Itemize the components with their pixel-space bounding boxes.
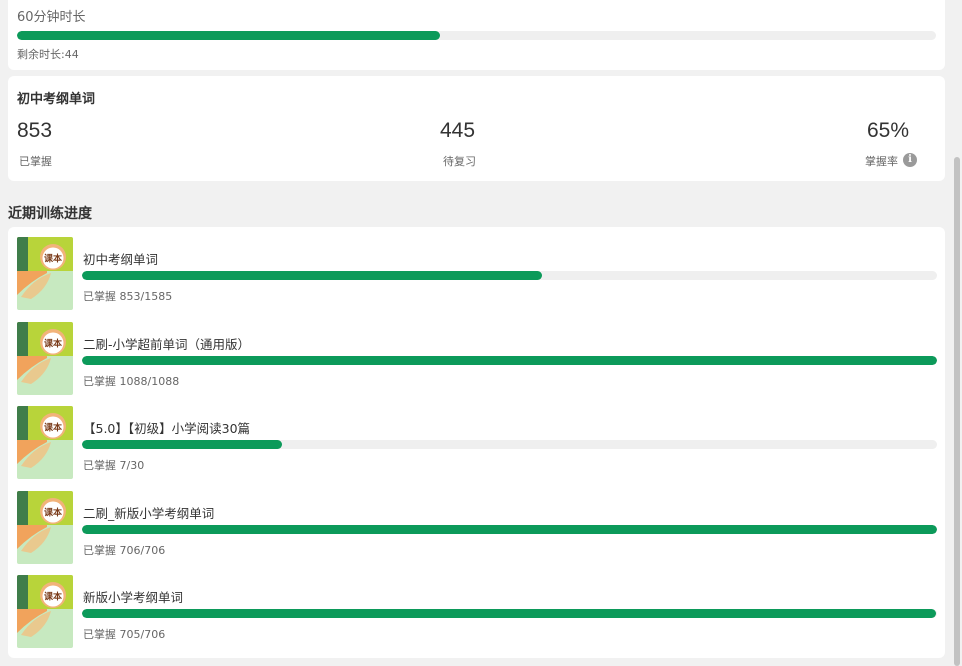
item-title: 二刷_新版小学考纲单词 xyxy=(83,505,215,521)
item-progress-bar xyxy=(82,440,937,449)
item-progress-fill xyxy=(82,524,937,534)
stats-title: 初中考纲单词 xyxy=(17,92,96,107)
item-title: 初中考纲单词 xyxy=(83,252,159,267)
recent-progress-list: 课本 初中考纲单词 已掌握 853/1585 课本 二刷-小学超前单词（通用版） xyxy=(8,227,945,658)
item-title: 新版小学考纲单词 xyxy=(83,590,184,605)
review-label: 待复习 xyxy=(443,155,476,168)
item-progress-fill xyxy=(82,440,282,449)
list-item[interactable]: 课本 【5.0】【初级】小学阅读30篇 已掌握 7/30 xyxy=(8,396,945,480)
book-cover-image: 课本 xyxy=(17,575,73,648)
item-title: 【5.0】【初级】小学阅读30篇 xyxy=(83,421,251,436)
item-title: 二刷-小学超前单词（通用版） xyxy=(83,336,251,352)
book-cover-image: 课本 xyxy=(17,490,73,564)
book-cover-image: 课本 xyxy=(17,406,73,479)
item-progress-bar xyxy=(82,524,937,534)
book-cover-image: 课本 xyxy=(17,237,73,310)
book-cover-image: 课本 xyxy=(17,321,73,395)
item-progress-text: 已掌握 7/30 xyxy=(83,459,145,472)
duration-remaining: 剩余时长:44 xyxy=(17,48,79,61)
book-badge-text: 课本 xyxy=(44,337,63,349)
duration-title: 60分钟时长 xyxy=(17,10,86,25)
duration-progress-fill xyxy=(17,31,440,40)
scrollbar-thumb[interactable] xyxy=(954,157,960,666)
item-progress-text: 已掌握 706/706 xyxy=(83,543,166,557)
duration-card: 60分钟时长 剩余时长:44 xyxy=(8,0,945,70)
item-progress-bar xyxy=(82,355,937,365)
list-item[interactable]: 课本 二刷_新版小学考纲单词 已掌握 706/706 xyxy=(8,481,945,565)
review-count: 445 xyxy=(440,119,476,142)
item-progress-text: 已掌握 1088/1088 xyxy=(83,374,180,388)
mastery-rate: 65% xyxy=(867,119,910,142)
list-item[interactable]: 课本 二刷-小学超前单词（通用版） 已掌握 1088/1088 xyxy=(8,312,945,396)
item-progress-text: 已掌握 853/1585 xyxy=(83,290,173,303)
list-item[interactable]: 课本 初中考纲单词 已掌握 853/1585 xyxy=(8,227,945,311)
item-progress-bar xyxy=(82,609,937,618)
wordbook-stats-card[interactable]: 初中考纲单词 853 已掌握 445 待复习 65% 掌握率 i xyxy=(8,76,945,181)
recent-progress-heading: 近期训练进度 xyxy=(8,206,92,222)
item-progress-fill xyxy=(82,355,937,365)
scrollbar[interactable] xyxy=(950,0,962,666)
info-icon[interactable]: i xyxy=(903,153,917,167)
item-progress-fill xyxy=(82,271,543,280)
book-badge-text: 课本 xyxy=(44,253,63,265)
mastered-label: 已掌握 xyxy=(19,155,52,168)
item-progress-fill xyxy=(82,609,936,618)
item-progress-bar xyxy=(82,271,937,280)
mastered-count: 853 xyxy=(17,119,53,142)
list-item[interactable]: 课本 新版小学考纲单词 已掌握 705/706 xyxy=(8,565,945,649)
book-badge-text: 课本 xyxy=(44,506,63,518)
book-badge-text: 课本 xyxy=(44,422,63,434)
mastery-rate-label: 掌握率 xyxy=(865,155,898,168)
book-badge-text: 课本 xyxy=(44,591,63,603)
duration-progress-bar xyxy=(17,31,936,40)
item-progress-text: 已掌握 705/706 xyxy=(83,628,166,641)
